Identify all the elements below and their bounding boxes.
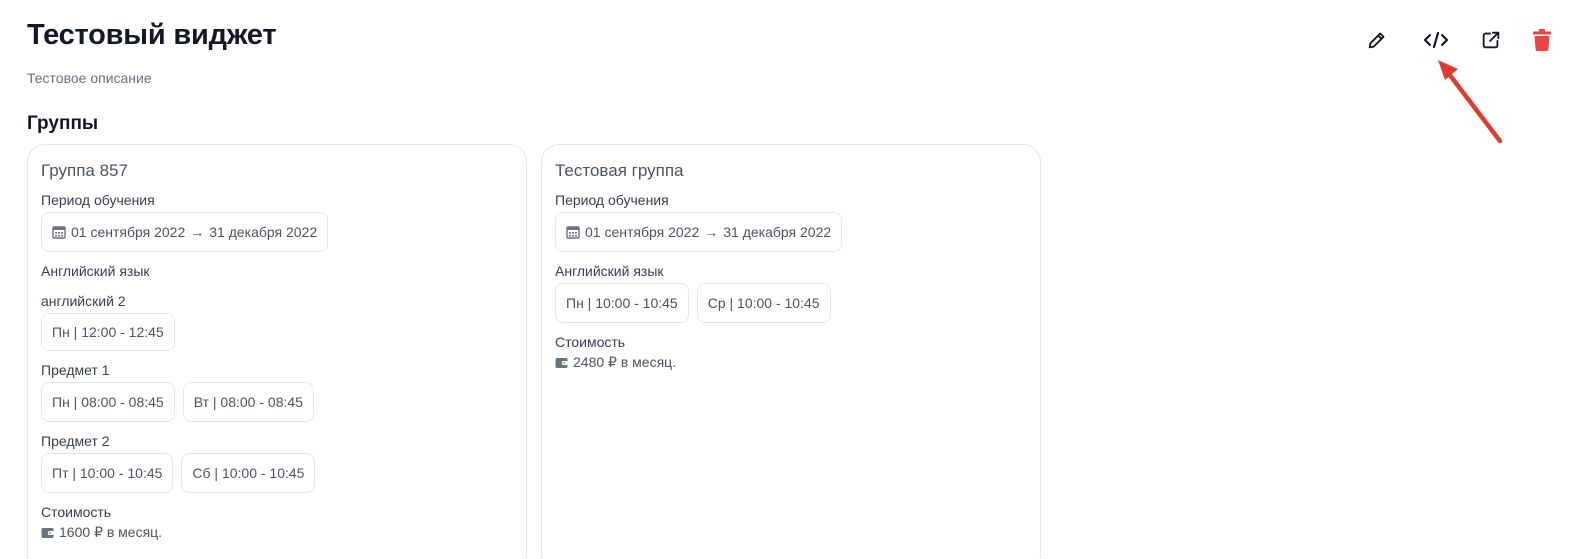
widget-toolbar — [1360, 24, 1560, 56]
group-name: Тестовая группа — [555, 161, 684, 180]
wallet-icon — [41, 527, 54, 538]
annotation-arrow-icon — [1438, 60, 1503, 144]
edit-button[interactable] — [1361, 24, 1393, 56]
period-arrow: → — [190, 224, 205, 240]
period-label: Период обучения — [555, 192, 669, 208]
pencil-icon — [1368, 32, 1385, 49]
period-label: Период обучения — [41, 192, 155, 208]
period-end: 31 декабря 2022 — [723, 224, 832, 240]
group-card: Группа 857 Период обучения 01 сентября 2… — [27, 144, 527, 559]
subject-name: Предмет 1 — [41, 362, 110, 378]
open-external-button[interactable] — [1475, 24, 1507, 56]
code-icon — [1423, 31, 1449, 49]
schedule-chip: Пн | 12:00 - 12:45 — [41, 313, 175, 351]
period-end: 31 декабря 2022 — [209, 224, 318, 240]
period-chip: 01 сентября 2022 → 31 декабря 2022 — [555, 212, 843, 252]
period-start: 01 сентября 2022 — [585, 224, 700, 240]
groups-section-title: Группы — [27, 113, 99, 134]
subject-name: Предмет 2 — [41, 433, 110, 449]
cost-row: 2480 ₽ в месяц. — [555, 354, 1027, 371]
subject-name: Английский язык — [555, 263, 664, 279]
page-title: Тестовый виджет — [27, 19, 277, 51]
cost-value: 1600 ₽ в месяц. — [59, 524, 163, 540]
embed-code-button[interactable] — [1420, 24, 1452, 56]
cost-label: Стоимость — [555, 334, 626, 350]
page-description: Тестовое описание — [27, 70, 152, 86]
period-start: 01 сентября 2022 — [71, 224, 186, 240]
schedule-chip: Сб | 10:00 - 10:45 — [181, 453, 316, 493]
delete-button[interactable] — [1526, 24, 1558, 56]
subject-name: Английский язык — [41, 263, 150, 279]
calendar-icon — [52, 226, 66, 239]
subject-name: английский 2 — [41, 293, 126, 309]
trash-icon — [1533, 29, 1551, 52]
schedule-chip: Ср | 10:00 - 10:45 — [696, 283, 831, 323]
group-name: Группа 857 — [41, 161, 128, 180]
period-chip: 01 сентября 2022 → 31 декабря 2022 — [41, 212, 329, 252]
period-arrow: → — [704, 224, 719, 240]
calendar-icon — [566, 226, 580, 239]
schedule-chip: Пн | 08:00 - 08:45 — [41, 382, 175, 422]
group-card: Тестовая группа Период обучения 01 сентя… — [541, 144, 1041, 559]
widget-page: Тестовый виджет Тестовое описание Группы… — [0, 0, 1572, 559]
schedule-chip: Пн | 10:00 - 10:45 — [555, 283, 689, 323]
external-link-icon — [1482, 31, 1500, 49]
schedule-chip: Вт | 08:00 - 08:45 — [182, 382, 314, 422]
cost-row: 1600 ₽ в месяц. — [41, 524, 513, 541]
wallet-icon — [555, 357, 568, 368]
schedule-chip: Пт | 10:00 - 10:45 — [41, 453, 174, 493]
cost-value: 2480 ₽ в месяц. — [573, 354, 677, 370]
cost-label: Стоимость — [41, 504, 112, 520]
